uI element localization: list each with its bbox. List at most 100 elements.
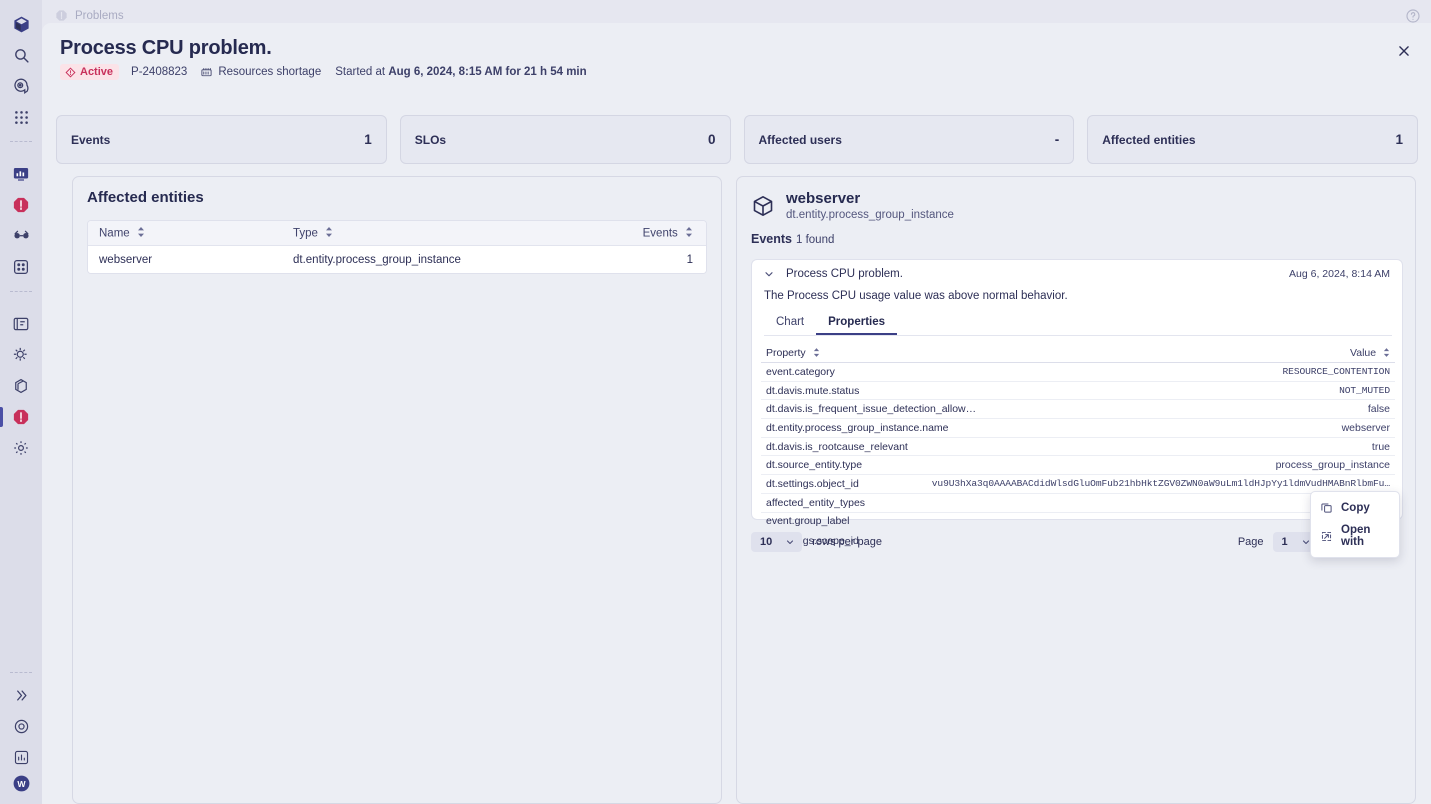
kpi-card-events[interactable]: Events 1	[56, 115, 387, 164]
entity-header: webserver dt.entity.process_group_instan…	[737, 177, 1415, 221]
launcher-icon[interactable]	[6, 711, 36, 741]
events-summary: Events 1 found	[737, 221, 1415, 246]
column-header-value[interactable]: Value	[820, 347, 1395, 359]
kpi-label: Events	[71, 132, 111, 147]
property-row[interactable]: dt.davis.mute.status NOT_MUTED	[761, 382, 1395, 401]
kpi-card-row: Events 1 SLOs 0 Affected users - Affecte…	[56, 115, 1418, 164]
problem-category: Resources shortage	[200, 66, 321, 79]
kpi-value: 1	[1395, 132, 1403, 147]
context-menu-label: Open with	[1341, 524, 1371, 548]
context-menu-item-copy[interactable]: Copy	[1311, 496, 1399, 519]
problem-meta-row: Active P-2408823 Resources shortage Star…	[60, 64, 587, 80]
property-key: dt.davis.mute.status	[766, 384, 860, 397]
notebooks-icon[interactable]	[6, 309, 36, 339]
alert-diamond-icon	[65, 66, 76, 78]
sort-icon	[813, 347, 820, 360]
tab-problems[interactable]: Problems	[55, 9, 124, 22]
entity-name: webserver	[786, 190, 861, 207]
table-row[interactable]: webserver dt.entity.process_group_instan…	[88, 246, 706, 273]
column-header-events[interactable]: Events	[638, 226, 706, 240]
davis-ai-icon[interactable]	[6, 71, 36, 101]
kpi-card-affected-users[interactable]: Affected users -	[743, 115, 1075, 164]
cell-events: 1	[686, 253, 693, 266]
column-header-name[interactable]: Name	[88, 226, 293, 240]
column-label: Events	[642, 227, 678, 240]
cube-icon	[751, 194, 775, 218]
property-value: false	[1367, 403, 1390, 416]
property-row[interactable]: affected_entity_types dt.entity.pro	[761, 494, 1395, 513]
started-prefix: Started at	[335, 66, 386, 78]
property-key: event.group_label	[766, 515, 850, 528]
properties-table: Property Value event.category RESOURCE_C…	[761, 345, 1395, 550]
property-value: process_group_instance	[1275, 459, 1390, 472]
cell-name: webserver	[99, 253, 153, 266]
settings-icon[interactable]	[6, 433, 36, 463]
context-menu-item-open-with[interactable]: Open with	[1311, 519, 1399, 553]
problems-icon	[55, 9, 68, 22]
column-label: Property	[766, 347, 806, 360]
search-icon[interactable]	[6, 40, 36, 70]
property-value: RESOURCE_CONTENTION	[1282, 366, 1391, 378]
event-timestamp: Aug 6, 2024, 8:14 AM	[1289, 268, 1390, 280]
property-row[interactable]: dt.entity.process_group_instance.name we…	[761, 419, 1395, 438]
problem-category-label: Resources shortage	[218, 66, 322, 78]
left-nav-rail: W	[0, 0, 42, 804]
page-value: 1	[1281, 536, 1288, 548]
column-header-property[interactable]: Property	[761, 347, 820, 359]
column-label: Value	[1350, 347, 1377, 360]
event-header: Process CPU problem. Aug 6, 2024, 8:14 A…	[752, 260, 1402, 280]
event-name: Process CPU problem.	[786, 268, 903, 280]
rail-divider-3	[10, 672, 32, 673]
sort-icon	[1383, 347, 1390, 360]
close-icon[interactable]	[1393, 40, 1415, 62]
property-row[interactable]: dt.davis.is_frequent_issue_detection_all…	[761, 400, 1395, 420]
problem-id: P-2408823	[131, 66, 188, 78]
property-value: NOT_MUTED	[1339, 385, 1390, 397]
property-row[interactable]: dt.source_entity.type process_group_inst…	[761, 456, 1395, 476]
analytics-icon[interactable]	[6, 742, 36, 772]
distributed-tracing-icon[interactable]	[6, 221, 36, 251]
automations-icon[interactable]	[6, 340, 36, 370]
property-key: event.category	[766, 365, 835, 378]
events-count: 1 found	[796, 234, 835, 247]
affected-entities-table: Name Type Events webserver dt.entity.pro…	[87, 220, 707, 274]
column-header-type[interactable]: Type	[293, 226, 638, 240]
workflows-icon[interactable]	[6, 371, 36, 401]
rows-per-page-value: 10	[760, 536, 773, 548]
chevron-down-icon	[785, 537, 795, 547]
context-menu: Copy Open with	[1310, 491, 1400, 558]
copy-icon	[1320, 501, 1333, 514]
kpi-value: 0	[707, 132, 716, 147]
property-row[interactable]: event.category RESOURCE_CONTENTION	[761, 363, 1395, 382]
dashboards-icon[interactable]	[6, 159, 36, 189]
property-row[interactable]: dt.settings.object_id vu9U3hXa3q0AAAABAC…	[761, 475, 1395, 494]
tab-chart[interactable]: Chart	[764, 312, 816, 335]
property-value: true	[1371, 440, 1390, 453]
expand-rail-icon[interactable]	[6, 680, 36, 710]
problems-icon[interactable]	[6, 190, 36, 220]
tab-properties[interactable]: Properties	[816, 312, 897, 335]
kpi-label: Affected entities	[1102, 132, 1196, 147]
property-key: dt.davis.is_rootcause_relevant	[766, 440, 908, 453]
davis-anomaly-detection-icon[interactable]	[0, 402, 36, 432]
events-label: Events	[751, 232, 792, 247]
infrastructure-observability-icon[interactable]	[6, 252, 36, 282]
kpi-value: -	[1054, 132, 1060, 147]
svg-text:W: W	[17, 778, 26, 788]
entity-type: dt.entity.process_group_instance	[786, 209, 954, 222]
property-row[interactable]: dt.davis.is_rootcause_relevant true	[761, 438, 1395, 457]
kpi-card-affected-entities[interactable]: Affected entities 1	[1087, 115, 1418, 164]
rows-per-page-select[interactable]: 10	[751, 532, 803, 552]
property-key: dt.settings.object_id	[766, 477, 859, 490]
rail-divider-2	[10, 291, 32, 292]
user-avatar[interactable]: W	[6, 773, 36, 803]
kpi-label: Affected users	[758, 132, 842, 147]
chevron-down-icon[interactable]	[763, 268, 775, 280]
kpi-value: 1	[364, 132, 372, 147]
rail-divider	[10, 141, 32, 142]
apps-grid-icon[interactable]	[6, 102, 36, 132]
help-circle-icon[interactable]	[1405, 8, 1421, 24]
logo-icon[interactable]	[6, 9, 36, 39]
affected-entities-card: Affected entities Name Type Events webse…	[72, 176, 722, 804]
kpi-card-slos[interactable]: SLOs 0	[399, 115, 731, 164]
